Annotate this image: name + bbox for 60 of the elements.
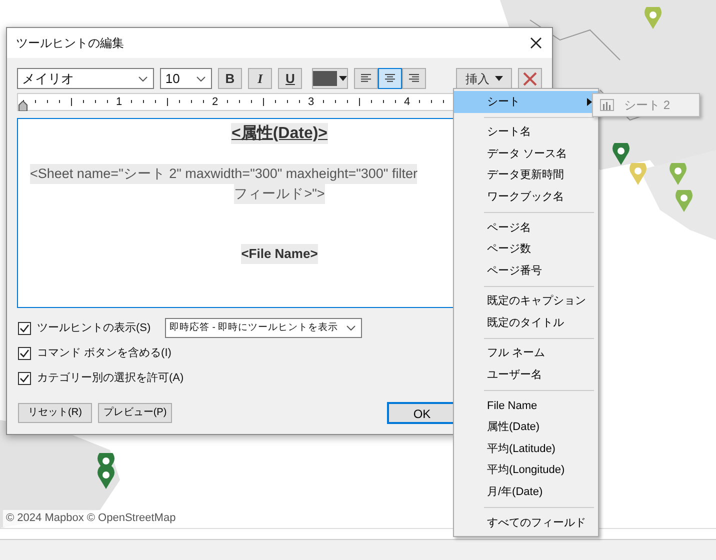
color-swatch-icon bbox=[313, 71, 338, 86]
menu-item[interactable]: 属性(Date) bbox=[454, 416, 598, 438]
menu-item[interactable]: ユーザー名 bbox=[454, 364, 598, 386]
menu-item[interactable]: フル ネーム bbox=[454, 342, 598, 365]
insert-button[interactable]: 挿入 bbox=[456, 68, 512, 89]
align-center-icon bbox=[384, 74, 396, 83]
check-icon bbox=[19, 322, 30, 334]
checkbox[interactable] bbox=[18, 322, 31, 334]
align-right-button[interactable] bbox=[402, 68, 426, 89]
dialog-button[interactable]: プレビュー(P) bbox=[98, 403, 172, 423]
checkbox-label: コマンド ボタンを含める(I) bbox=[37, 346, 172, 361]
window-title: ツールヒントの編集 bbox=[16, 35, 124, 52]
close-button[interactable] bbox=[528, 35, 544, 51]
text-color-button[interactable] bbox=[312, 68, 348, 89]
caret-icon bbox=[339, 76, 348, 82]
ruler-number: 1 bbox=[116, 95, 122, 109]
delete-button[interactable] bbox=[518, 68, 542, 89]
align-left-button[interactable] bbox=[354, 68, 378, 89]
tooltip-mode-select[interactable]: 即時応答 - 即時にツールヒントを表示 bbox=[164, 318, 362, 338]
sheet-tag-text: フィールド>"> bbox=[234, 184, 325, 204]
underline-button[interactable]: U bbox=[278, 68, 302, 89]
caret-icon bbox=[494, 76, 503, 82]
menu-item[interactable]: 月/年(Date) bbox=[454, 482, 598, 504]
size-select[interactable]: 10 bbox=[160, 68, 212, 89]
sheet-tag-text: <Sheet name="シート 2" maxwidth="300" maxheight="300" filter bbox=[30, 164, 418, 184]
indent-marker-icon[interactable] bbox=[18, 101, 28, 111]
menu-item[interactable]: 平均(Longitude) bbox=[454, 460, 598, 482]
dialog-button[interactable]: リセット(R) bbox=[18, 403, 92, 423]
map-marker-icon[interactable] bbox=[629, 163, 647, 186]
menu-item[interactable]: 平均(Latitude) bbox=[454, 438, 598, 460]
map-marker-icon[interactable] bbox=[675, 190, 693, 213]
menu-item[interactable]: File Name bbox=[454, 395, 598, 417]
menu-item[interactable]: 既定のタイトル bbox=[454, 312, 598, 334]
map-marker-icon[interactable] bbox=[612, 143, 630, 166]
menu-item[interactable]: すべてのフィールド bbox=[454, 512, 598, 534]
close-icon bbox=[528, 35, 544, 51]
map-marker-icon[interactable] bbox=[644, 7, 662, 30]
checkbox[interactable] bbox=[18, 372, 31, 384]
font-select[interactable]: メイリオ bbox=[17, 68, 154, 89]
close-icon bbox=[522, 72, 537, 86]
field-tag: <属性(Date)> bbox=[231, 123, 328, 144]
ruler-number: 3 bbox=[308, 95, 314, 109]
field-tag: <File Name> bbox=[241, 244, 318, 264]
bar-chart-icon bbox=[600, 99, 614, 111]
submenu-arrow-icon bbox=[587, 98, 592, 106]
ruler-number: 2 bbox=[212, 95, 218, 109]
checkbox-label: カテゴリー別の選択を許可(A) bbox=[37, 370, 184, 386]
checkbox-label: ツールヒントの表示(S) bbox=[37, 320, 151, 336]
checkbox[interactable] bbox=[18, 346, 31, 360]
align-left-icon bbox=[360, 74, 372, 83]
ruler-number: 4 bbox=[404, 95, 410, 109]
bold-button[interactable]: B bbox=[218, 68, 242, 89]
map-marker-cluster-icon[interactable] bbox=[97, 453, 115, 490]
check-icon bbox=[19, 348, 30, 358]
check-icon bbox=[19, 372, 30, 384]
map-marker-icon[interactable] bbox=[669, 163, 687, 186]
align-center-button[interactable] bbox=[378, 68, 402, 89]
italic-button[interactable]: I bbox=[248, 68, 272, 89]
menu-item[interactable]: シート bbox=[454, 91, 598, 113]
align-right-icon bbox=[408, 74, 420, 83]
